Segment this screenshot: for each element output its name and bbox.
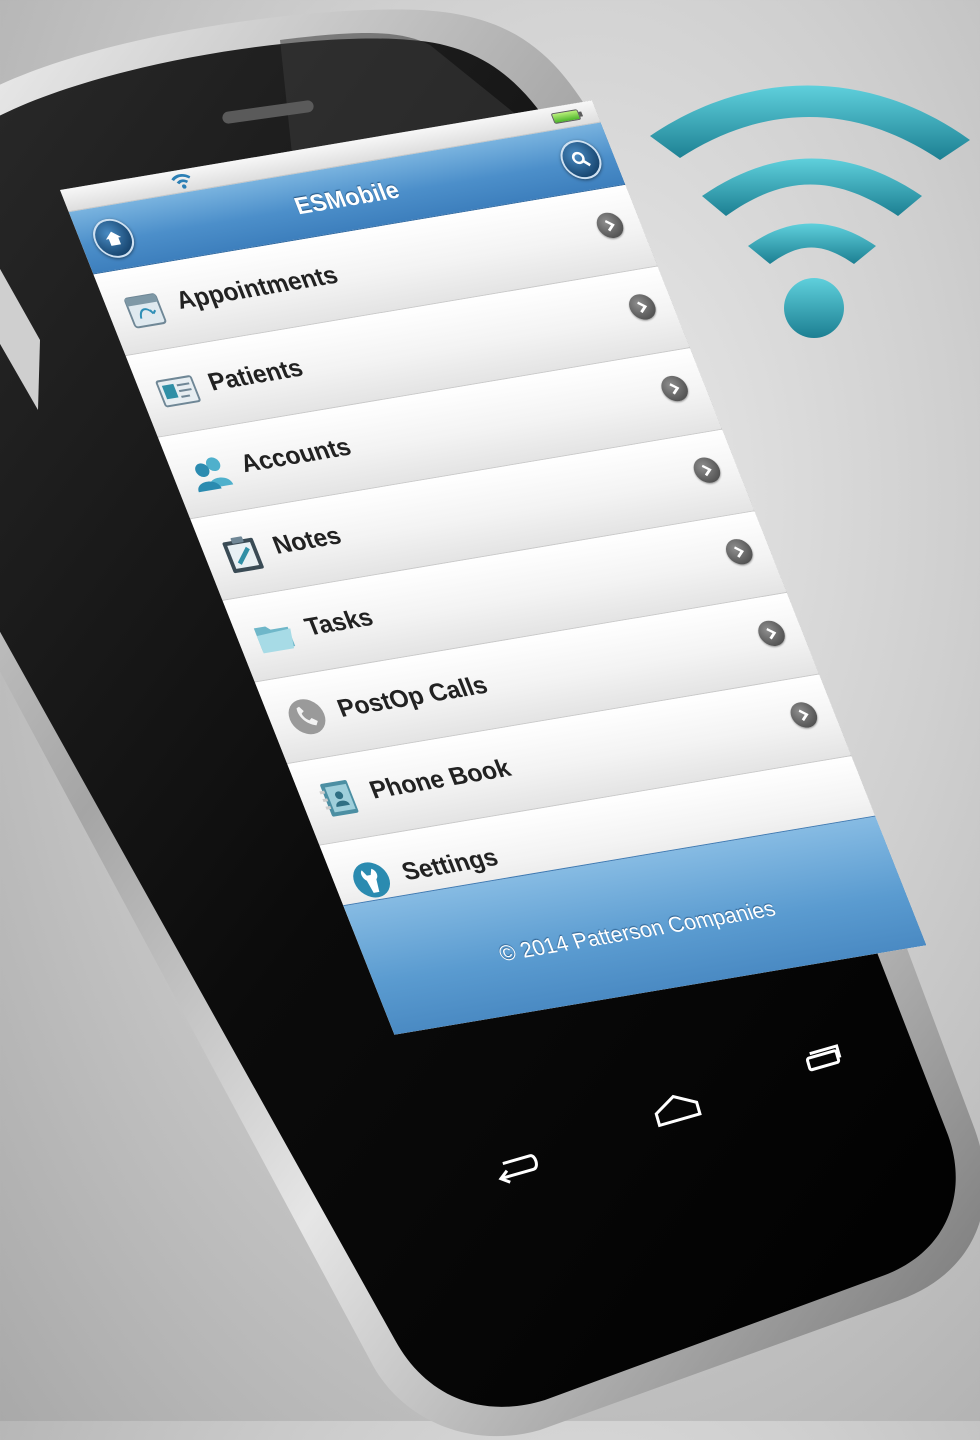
menu-label: Phone Book: [365, 754, 515, 805]
folder-icon: [253, 626, 296, 654]
back-icon[interactable]: [490, 1146, 542, 1186]
scene: ESMobile Appointments Patients Accounts …: [0, 0, 980, 1437]
chevron-right-icon[interactable]: [592, 210, 628, 240]
menu-label: Appointments: [171, 261, 343, 315]
chevron-right-icon[interactable]: [657, 374, 692, 404]
wrench-icon: [353, 862, 391, 898]
menu-label: PostOp Calls: [333, 671, 492, 723]
menu-label: Patients: [204, 353, 308, 397]
chevron-right-icon[interactable]: [689, 455, 725, 485]
search-icon: [571, 151, 591, 167]
id-card-icon: [155, 375, 201, 408]
chevron-right-icon[interactable]: [786, 700, 822, 730]
wifi-icon: [171, 174, 191, 189]
menu-label: Accounts: [236, 432, 356, 478]
recent-apps-icon[interactable]: [800, 1040, 848, 1080]
battery-icon: [550, 109, 582, 125]
calendar-icon: [124, 293, 167, 329]
phone-icon: [288, 699, 326, 735]
menu-label: Tasks: [300, 603, 378, 642]
users-icon: [195, 457, 234, 493]
address-book-icon: [319, 780, 359, 817]
chevron-right-icon[interactable]: [625, 292, 660, 322]
chevron-right-icon[interactable]: [721, 537, 757, 567]
chevron-right-icon[interactable]: [754, 618, 789, 648]
clipboard-icon: [222, 536, 264, 574]
wifi-signal-icon: [650, 85, 970, 338]
menu-label: Notes: [268, 521, 346, 560]
android-home-icon[interactable]: [648, 1090, 706, 1130]
